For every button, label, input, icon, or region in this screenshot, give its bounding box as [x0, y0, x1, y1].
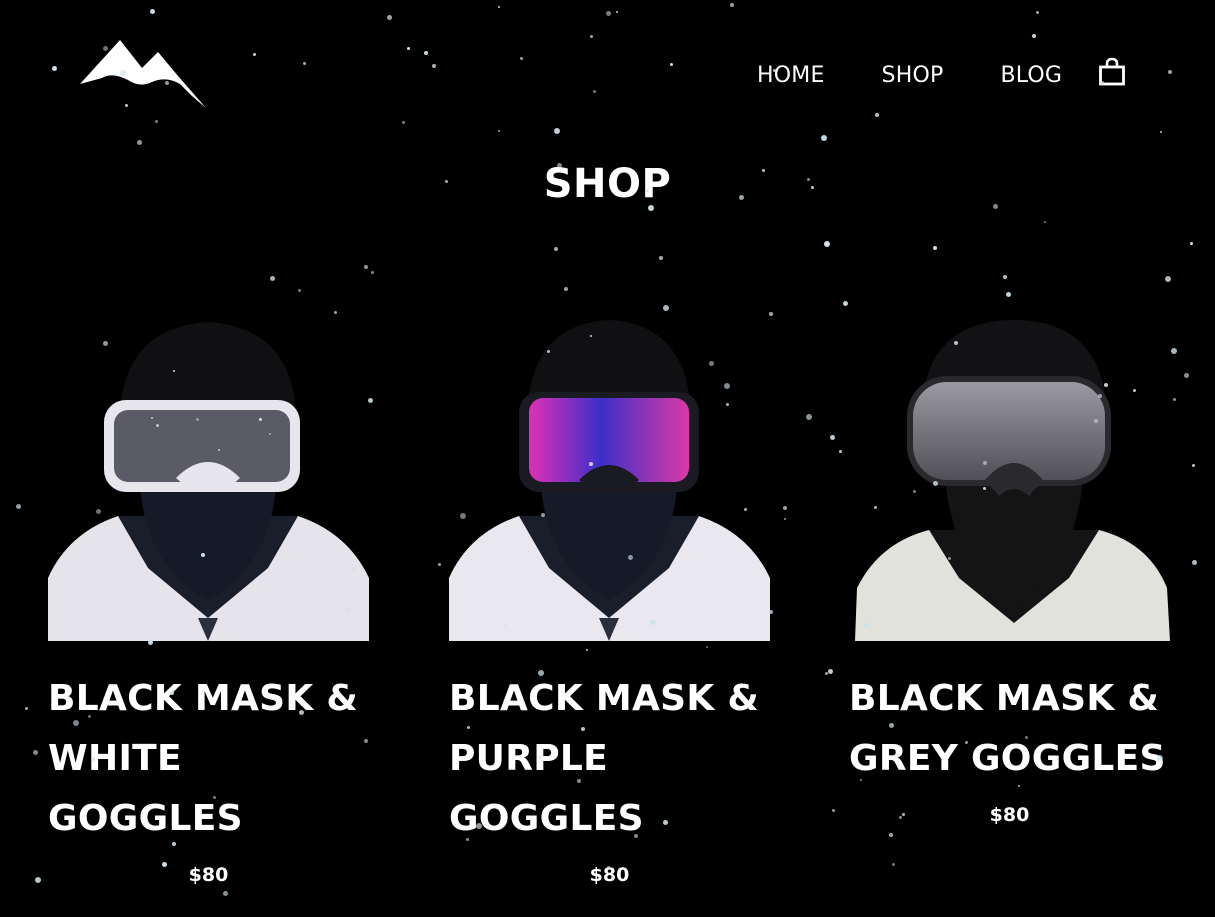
snowflake: [784, 518, 786, 520]
snowflake: [438, 563, 441, 566]
snowflake: [253, 53, 256, 56]
product-name[interactable]: BLACK MASK & WHITE GOGGLES: [48, 669, 378, 849]
product-image-purple-goggles[interactable]: [449, 318, 770, 641]
snowflake: [52, 66, 57, 71]
mountain-logo-icon[interactable]: [80, 38, 206, 110]
shopping-bag-icon[interactable]: [1098, 57, 1126, 87]
product-name-line: GOGGLES: [449, 798, 644, 839]
snowflake: [1032, 34, 1036, 38]
main-nav: HOME SHOP BLOG: [757, 57, 1126, 92]
snowflake: [828, 669, 833, 674]
snowflake: [137, 140, 142, 145]
snowflake: [1168, 70, 1172, 74]
snowflake: [590, 35, 593, 38]
snowflake: [520, 57, 523, 60]
snowflake: [303, 62, 306, 65]
product-name-line: BLACK MASK &: [48, 678, 359, 719]
snowflake: [1192, 464, 1195, 467]
snowflake: [892, 863, 895, 866]
snowflake: [1190, 242, 1193, 245]
snowflake: [1173, 398, 1176, 401]
snowflake: [498, 130, 500, 132]
snowflake: [783, 506, 787, 510]
nav-blog-link[interactable]: BLOG: [1000, 60, 1062, 92]
snowflake: [821, 135, 827, 141]
snowflake: [889, 833, 893, 837]
snowflake: [364, 265, 368, 269]
snowflake: [1160, 131, 1162, 133]
nav-home-link[interactable]: HOME: [757, 60, 825, 92]
product-card[interactable]: BLACK MASK & GREY GOGGLES $80: [849, 318, 1170, 829]
snowflake: [825, 672, 828, 675]
product-price: $80: [589, 864, 630, 886]
snowflake: [670, 63, 673, 66]
product-image-white-goggles[interactable]: [48, 318, 369, 641]
product-name-line: GOGGLES: [48, 798, 243, 839]
snowflake: [25, 707, 28, 710]
snowflake: [606, 11, 611, 16]
page-title: SHOP: [543, 161, 672, 207]
snowflake: [298, 289, 301, 292]
product-name[interactable]: BLACK MASK & GREY GOGGLES: [849, 669, 1179, 789]
snowflake: [554, 128, 560, 134]
snowflake: [830, 435, 835, 440]
snowflake: [1003, 275, 1007, 279]
snowflake: [933, 246, 937, 250]
snowflake: [1171, 348, 1177, 354]
product-image-grey-goggles[interactable]: [849, 318, 1170, 641]
nav-shop-link[interactable]: SHOP: [882, 60, 944, 92]
snowflake: [730, 3, 734, 7]
product-name-line: BLACK MASK &: [849, 678, 1160, 719]
product-price: $80: [188, 864, 229, 886]
snowflake: [387, 15, 392, 20]
product-name[interactable]: BLACK MASK & PURPLE GOGGLES: [449, 669, 779, 849]
product-name-line: BLACK MASK &: [449, 678, 760, 719]
snowflake: [564, 287, 568, 291]
product-name-line: WHITE: [48, 738, 182, 779]
product-card[interactable]: BLACK MASK & PURPLE GOGGLES $80: [449, 318, 770, 889]
product-card[interactable]: BLACK MASK & WHITE GOGGLES $80: [48, 318, 369, 889]
snowflake: [616, 11, 618, 13]
snowflake: [1036, 11, 1039, 14]
snowflake: [33, 750, 38, 755]
snowflake: [155, 120, 158, 123]
snowflake: [1165, 276, 1171, 282]
snowflake: [35, 877, 41, 883]
product-name-line: GREY GOGGLES: [849, 738, 1166, 779]
product-name-line: PURPLE: [449, 738, 609, 779]
snowflake: [334, 311, 337, 314]
snowflake: [769, 312, 773, 316]
snowflake: [593, 90, 596, 93]
snowflake: [270, 276, 275, 281]
snowflake: [659, 256, 663, 260]
snowflake: [1192, 560, 1197, 565]
snowflake: [432, 64, 436, 68]
snowflake: [1044, 221, 1046, 223]
snowflake: [223, 891, 228, 896]
snowflake: [663, 305, 669, 311]
snowflake: [839, 450, 842, 453]
snowflake: [843, 301, 848, 306]
snowflake: [424, 51, 428, 55]
snowflake: [150, 9, 155, 14]
snowflake: [832, 809, 835, 812]
snowflake: [402, 121, 405, 124]
snowflake: [1006, 292, 1011, 297]
snowflake: [806, 414, 812, 420]
snowflake: [407, 47, 410, 50]
snowflake: [1184, 373, 1189, 378]
snowflake: [824, 241, 830, 247]
product-price: $80: [989, 804, 1030, 826]
snowflake: [16, 504, 21, 509]
snowflake: [554, 247, 558, 251]
snowflake: [371, 271, 374, 274]
snowflake: [498, 6, 500, 8]
snowflake: [875, 113, 879, 117]
